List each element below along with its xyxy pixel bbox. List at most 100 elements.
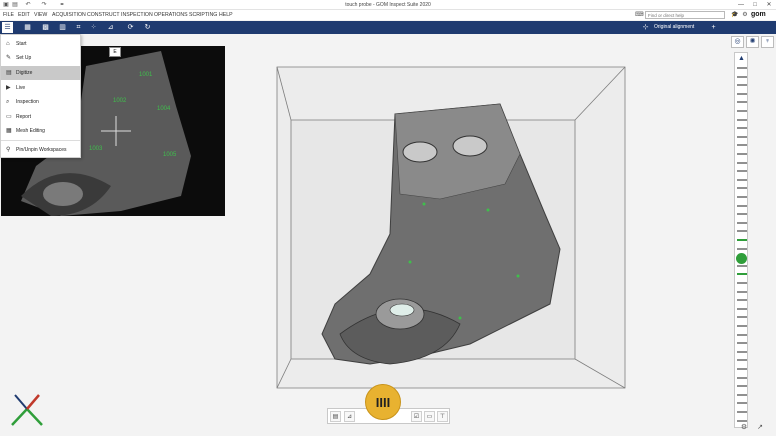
workspace-digitize[interactable]: ▤ Digitize [1, 66, 80, 80]
add-icon[interactable]: + [708, 22, 719, 33]
light-icon[interactable]: ✺ [746, 36, 759, 48]
ruler-tick [737, 127, 747, 130]
home-icon: ⌂ [6, 41, 10, 47]
workspace-mesh-editing[interactable]: ▦ Mesh Editing [1, 124, 80, 138]
ruler-tick [737, 307, 747, 310]
align-icon[interactable]: ⊤ [437, 411, 448, 422]
menu-help[interactable]: HELP [219, 10, 233, 20]
ruler-tick [737, 84, 747, 87]
menu-acquisition[interactable]: ACQUISITION [52, 10, 86, 20]
workspace-menu: ⌂ Start ✎ Set Up ▤ Digitize ▶ Live ⌕ Inspecti… [0, 34, 81, 158]
reload-icon[interactable]: ↻ [142, 22, 153, 33]
menu-scripting[interactable]: SCRIPTING [189, 10, 217, 20]
ruler-tick [737, 376, 747, 379]
menu-operations[interactable]: OPERATIONS [154, 10, 188, 20]
scan-progress-ruler[interactable]: ▲ [734, 52, 748, 428]
camera-icon: ▶ [6, 85, 11, 91]
ruler-tick [737, 299, 747, 302]
search-input[interactable] [645, 11, 725, 19]
workspace-inspection[interactable]: ⌕ Inspection [1, 95, 80, 109]
ruler-tick [737, 290, 747, 293]
ruler-tick [737, 153, 747, 155]
ruler-tick [737, 187, 747, 190]
graduation-cap-icon[interactable]: 🎓 [731, 11, 739, 19]
chart-icon[interactable]: ⊿ [105, 22, 116, 33]
ruler-tick [737, 342, 747, 345]
menu-construct[interactable]: CONSTRUCT [87, 10, 120, 20]
menu-view[interactable]: VIEW [34, 10, 47, 20]
measure-icon[interactable]: ⊿ [344, 411, 355, 422]
arrow-icon[interactable]: ↗ [754, 422, 766, 434]
ruler-tick [737, 213, 747, 216]
ruler-tick [737, 359, 747, 362]
ruler-tick [737, 282, 747, 284]
maximize-icon[interactable]: □ [748, 0, 762, 10]
report-icon: ▭ [6, 114, 12, 120]
ruler-tick [737, 273, 747, 276]
ruler-tick [737, 170, 747, 173]
ruler-tick [737, 230, 747, 233]
menu-edit[interactable]: EDIT [18, 10, 30, 20]
ruler-tick [737, 92, 747, 95]
workspace-menu-icon[interactable]: ☰ [2, 22, 13, 33]
probe-icon[interactable]: ♆ [761, 36, 774, 48]
document-icon[interactable]: ▭ [424, 411, 435, 422]
reference-point-label: 1005 [163, 152, 177, 158]
reference-point-label: 1001 [139, 72, 153, 78]
scan-icon: ▤ [6, 70, 12, 76]
menu-inspection[interactable]: INSPECTION [121, 10, 153, 20]
grid-icon[interactable]: ▩ [40, 22, 51, 33]
keyboard-icon[interactable]: ⌨ [635, 11, 644, 19]
reference-point-label: 1004 [157, 106, 171, 112]
ruler-tick [737, 325, 747, 327]
table-icon[interactable]: ▥ [57, 22, 68, 33]
ruler-tick [737, 385, 747, 388]
wrench-icon: ✎ [6, 55, 12, 61]
mesh-icon: ▦ [6, 128, 12, 134]
refresh-icon[interactable]: ⟳ [125, 22, 136, 33]
ruler-tick [737, 67, 747, 69]
ruler-tick [737, 350, 747, 353]
close-icon[interactable]: ✕ [762, 0, 776, 10]
ruler-tick [737, 144, 747, 147]
ruler-tick [737, 221, 747, 224]
camera-badge: E [109, 47, 121, 57]
ruler-tick [737, 75, 747, 78]
mountain-icon: ▲ [738, 55, 745, 62]
capture-button[interactable]: IIII [365, 384, 401, 420]
ruler-tick [737, 110, 747, 112]
scan-position-marker[interactable] [736, 253, 747, 265]
probe-target-icon[interactable]: ◎ [731, 36, 744, 48]
workspace-setup[interactable]: ✎ Set Up [1, 51, 80, 65]
settings-gear-icon[interactable]: ⚙ [741, 11, 749, 19]
axis-gizmo-icon[interactable] [7, 389, 47, 429]
ruler-tick [737, 204, 747, 207]
check-icon[interactable]: ☑ [411, 411, 422, 422]
workspace-report[interactable]: ▭ Report [1, 110, 80, 124]
workspace-live[interactable]: ▶ Live [1, 81, 80, 95]
workspace-start[interactable]: ⌂ Start [1, 37, 80, 51]
ruler-tick [737, 264, 747, 267]
reference-point-label: 1002 [113, 98, 127, 104]
menu-divider [1, 140, 80, 141]
gom-logo: gom [751, 11, 766, 18]
crop-icon[interactable]: ⌗ [73, 22, 84, 33]
window-title: touch probe - GOM Inspect Suite 2020 [345, 2, 431, 8]
ruler-tick [737, 196, 747, 198]
menu-file[interactable]: FILE [3, 10, 14, 20]
title-bar: ▣ ▤ ↶ ↷ ⚭ touch probe - GOM Inspect Suit… [0, 0, 776, 10]
explorer-icon[interactable]: ▦ [22, 22, 33, 33]
alignment-icon: ⊹ [642, 24, 649, 31]
gear-icon[interactable]: ⚙ [738, 422, 750, 434]
table-view-icon[interactable]: ▤ [330, 411, 341, 422]
alignment-dropdown[interactable]: Original alignment [654, 21, 694, 34]
ruler-tick [737, 316, 747, 319]
ruler-tick [737, 393, 747, 396]
ruler-tick [737, 101, 747, 104]
minimize-icon[interactable]: — [734, 0, 748, 10]
points-icon[interactable]: ⁘ [88, 22, 99, 33]
pin-icon: ⚲ [6, 147, 11, 153]
workspace-pin-unpin[interactable]: ⚲ Pin/Unpin Workspaces [1, 143, 80, 157]
reference-point-label: 1003 [89, 146, 103, 152]
ruler-tick [737, 402, 747, 405]
